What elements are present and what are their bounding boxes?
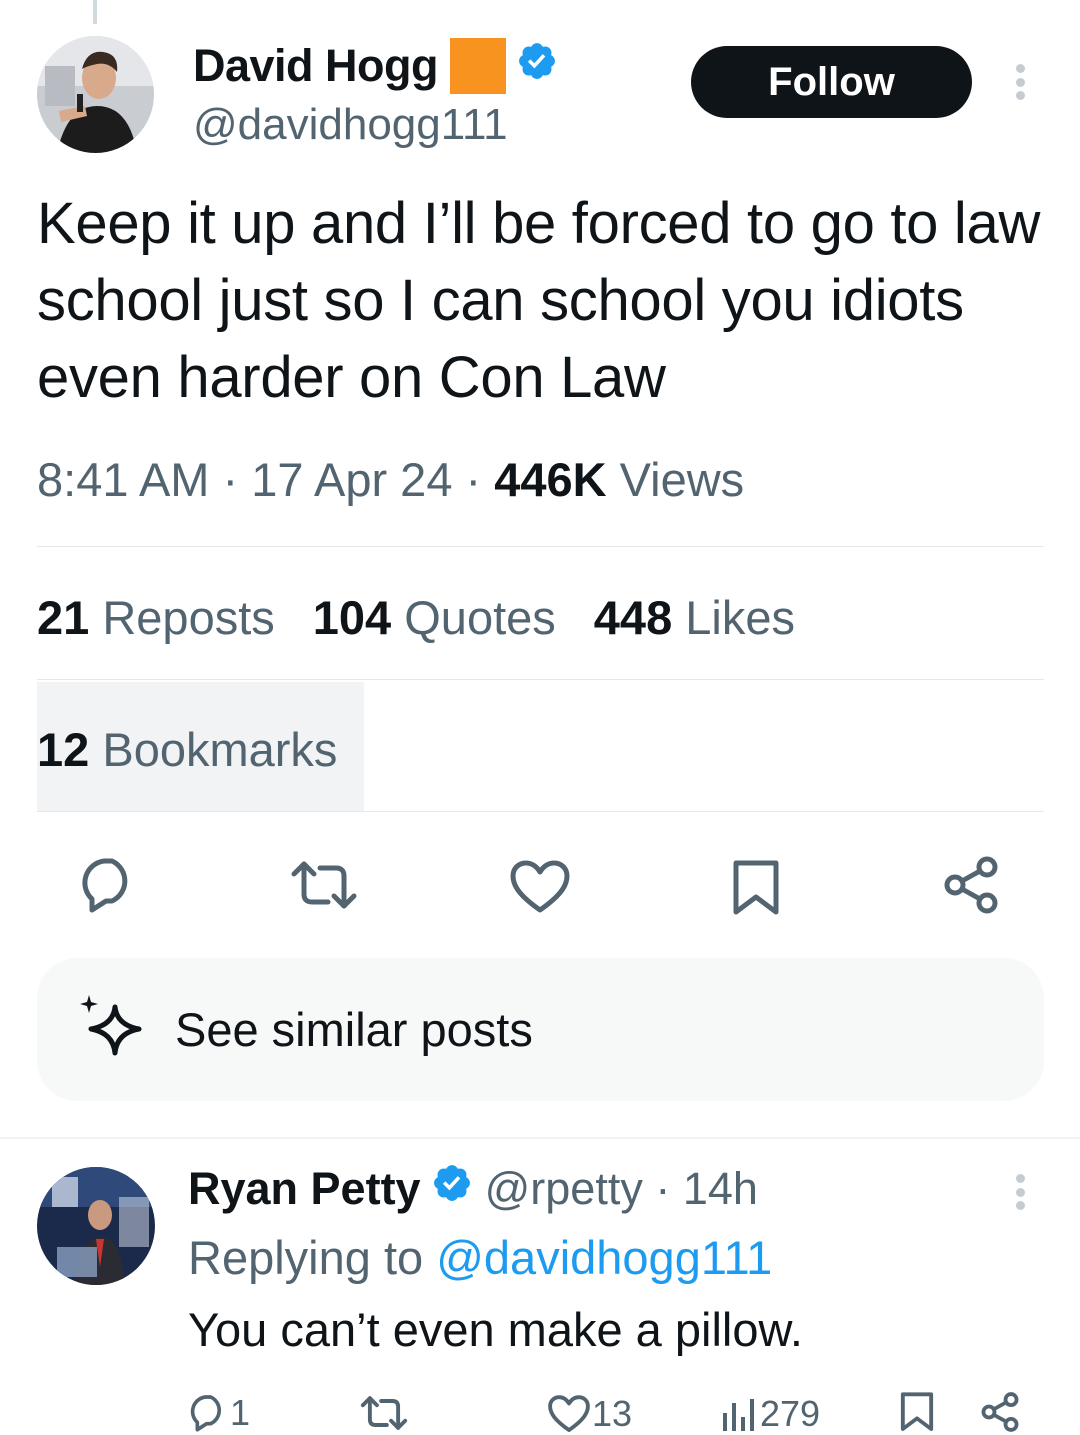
reposts-stat[interactable]: 21 Reposts [37, 590, 275, 645]
author-name[interactable]: David Hogg [193, 40, 439, 92]
quotes-label: Quotes [404, 591, 556, 644]
quotes-stat[interactable]: 104 Quotes [313, 590, 556, 645]
author-name-row: David Hogg [193, 38, 558, 94]
replying-to-line: Replying to @davidhogg111 [188, 1230, 772, 1285]
bookmarks-stat[interactable]: 12 Bookmarks [37, 722, 337, 777]
post-date[interactable]: 17 Apr 24 [251, 453, 452, 506]
share-icon [981, 1392, 1019, 1432]
post-time[interactable]: 8:41 AM [37, 453, 209, 506]
reply-reply-count: 1 [230, 1392, 251, 1433]
reply-author-handle[interactable]: @rpetty [485, 1163, 643, 1214]
reply-author-avatar[interactable] [37, 1167, 155, 1285]
bookmark-icon[interactable] [732, 860, 780, 921]
replying-to-handle-link[interactable]: @davidhogg111 [436, 1231, 772, 1284]
reply-like-action[interactable]: 13 [548, 1393, 632, 1435]
likes-stat[interactable]: 448 Likes [594, 590, 795, 645]
reply-like-count: 13 [592, 1393, 633, 1434]
reply-reply-action[interactable]: 1 [188, 1392, 250, 1434]
divider [37, 679, 1044, 680]
reply-separator [0, 1137, 1080, 1139]
bookmark-icon [900, 1392, 934, 1431]
meta-separator: · [452, 453, 495, 506]
post-stats: 21 Reposts 104 Quotes 448 Likes [37, 590, 833, 645]
like-icon[interactable] [510, 860, 570, 919]
post-meta: 8:41 AM · 17 Apr 24 · 446K Views [37, 452, 744, 507]
replying-to-prefix: Replying to [188, 1231, 424, 1284]
more-options-icon[interactable] [1014, 64, 1026, 100]
verified-badge-icon [431, 1162, 473, 1215]
reposts-count: 21 [37, 591, 90, 644]
reposts-label: Reposts [102, 591, 275, 644]
verified-badge-icon [516, 40, 558, 93]
see-similar-posts-button[interactable]: See similar posts [37, 958, 1044, 1101]
reply-views-action[interactable]: 279 [720, 1393, 820, 1435]
repost-icon[interactable] [290, 860, 358, 915]
views-label: Views [619, 453, 745, 506]
post-text: Keep it up and I’ll be forced to go to l… [37, 191, 1041, 410]
see-similar-posts-label: See similar posts [175, 1003, 533, 1056]
reply-share-action[interactable] [980, 1392, 1020, 1432]
like-icon [548, 1395, 590, 1433]
reply-icon[interactable] [78, 857, 138, 918]
reply-author-name[interactable]: Ryan Petty [188, 1163, 421, 1215]
thread-connector-line [93, 0, 97, 24]
divider [37, 811, 1044, 812]
bookmarks-label: Bookmarks [102, 723, 338, 776]
reply-bookmark-action[interactable] [900, 1392, 934, 1432]
share-icon[interactable] [942, 856, 1000, 919]
reply-view-count: 279 [760, 1393, 821, 1434]
bookmarks-count: 12 [37, 723, 90, 776]
views-icon [723, 1399, 754, 1431]
quotes-count: 104 [312, 591, 392, 644]
follow-button[interactable]: Follow [691, 46, 972, 118]
repost-icon [360, 1396, 408, 1430]
divider [37, 546, 1044, 547]
reply-age[interactable]: 14h [683, 1163, 758, 1214]
reply-more-options-icon[interactable] [1014, 1174, 1026, 1210]
reply-text: You can’t even make a pillow. [188, 1303, 803, 1356]
meta-separator: · [642, 1162, 683, 1214]
views-count: 446K [494, 453, 607, 506]
author-handle[interactable]: @davidhogg111 [193, 100, 508, 150]
orange-square-emoji [450, 38, 507, 94]
reply-icon [190, 1395, 221, 1432]
sparkle-icon [77, 993, 145, 1066]
likes-label: Likes [685, 591, 796, 644]
reply-repost-action[interactable] [360, 1395, 408, 1431]
author-avatar[interactable] [37, 36, 154, 153]
meta-separator: · [209, 453, 252, 506]
reply-header: Ryan Petty @rpetty · 14h [188, 1162, 758, 1215]
likes-count: 448 [593, 591, 673, 644]
